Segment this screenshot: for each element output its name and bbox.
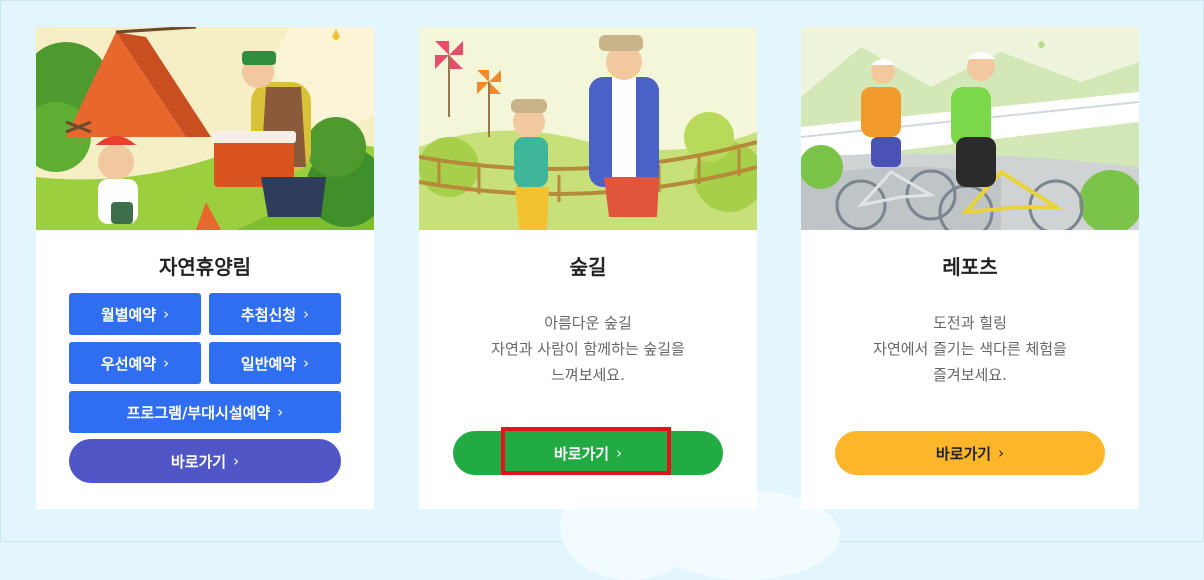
go-button[interactable]: 바로가기 › <box>453 431 723 475</box>
program-facility-reservation-button[interactable]: 프로그램/부대시설예약 › <box>69 391 341 433</box>
chevron-right-icon: › <box>277 403 284 421</box>
card-title: 레포츠 <box>942 255 998 279</box>
card-leports: 레포츠 도전과 힐링 자연에서 즐기는 색다른 체험을 즐겨보세요. 바로가기 › <box>801 27 1139 509</box>
card-description: 도전과 힐링 자연에서 즐기는 색다른 체험을 즐겨보세요. <box>801 310 1139 388</box>
description-line: 도전과 힐링 <box>933 314 1007 332</box>
card-description: 아름다운 숲길 자연과 사람이 함께하는 숲길을 느껴보세요. <box>419 310 757 388</box>
chevron-right-icon: › <box>303 305 310 323</box>
chevron-right-icon: › <box>616 444 623 462</box>
forest-trail-illustration <box>419 27 757 230</box>
cycling-illustration <box>801 27 1139 230</box>
chevron-right-icon: › <box>233 452 240 470</box>
go-button[interactable]: 바로가기 › <box>69 439 341 483</box>
card-recreation-forest: 자연휴양림 월별예약 › 추첨신청 › 우선예약 › 일반예약 › 프로그램/부대시설예… <box>36 27 374 509</box>
button-label: 바로가기 <box>553 444 610 463</box>
button-label: 바로가기 <box>170 452 227 471</box>
monthly-reservation-button[interactable]: 월별예약 › <box>69 293 201 335</box>
lottery-application-button[interactable]: 추첨신청 › <box>209 293 341 335</box>
description-line: 자연에서 즐기는 색다른 체험을 <box>873 340 1067 358</box>
button-label: 프로그램/부대시설예약 <box>126 403 271 422</box>
button-label: 우선예약 <box>100 354 157 373</box>
card-title: 자연휴양림 <box>159 255 251 279</box>
camping-illustration <box>36 27 374 230</box>
priority-reservation-button[interactable]: 우선예약 › <box>69 342 201 384</box>
chevron-right-icon: › <box>163 354 170 372</box>
description-line: 자연과 사람이 함께하는 숲길을 <box>491 340 685 358</box>
chevron-right-icon: › <box>303 354 310 372</box>
description-line: 즐겨보세요. <box>933 366 1007 384</box>
go-button[interactable]: 바로가기 › <box>835 431 1105 475</box>
general-reservation-button[interactable]: 일반예약 › <box>209 342 341 384</box>
chevron-right-icon: › <box>998 444 1005 462</box>
button-label: 일반예약 <box>240 354 297 373</box>
card-forest-trail: 숲길 아름다운 숲길 자연과 사람이 함께하는 숲길을 느껴보세요. 바로가기 › <box>419 27 757 509</box>
chevron-right-icon: › <box>163 305 170 323</box>
button-label: 추첨신청 <box>240 305 297 324</box>
card-title: 숲길 <box>569 255 607 279</box>
button-label: 월별예약 <box>100 305 157 324</box>
button-label: 바로가기 <box>935 444 992 463</box>
description-line: 아름다운 숲길 <box>544 314 632 332</box>
description-line: 느껴보세요. <box>551 366 625 384</box>
